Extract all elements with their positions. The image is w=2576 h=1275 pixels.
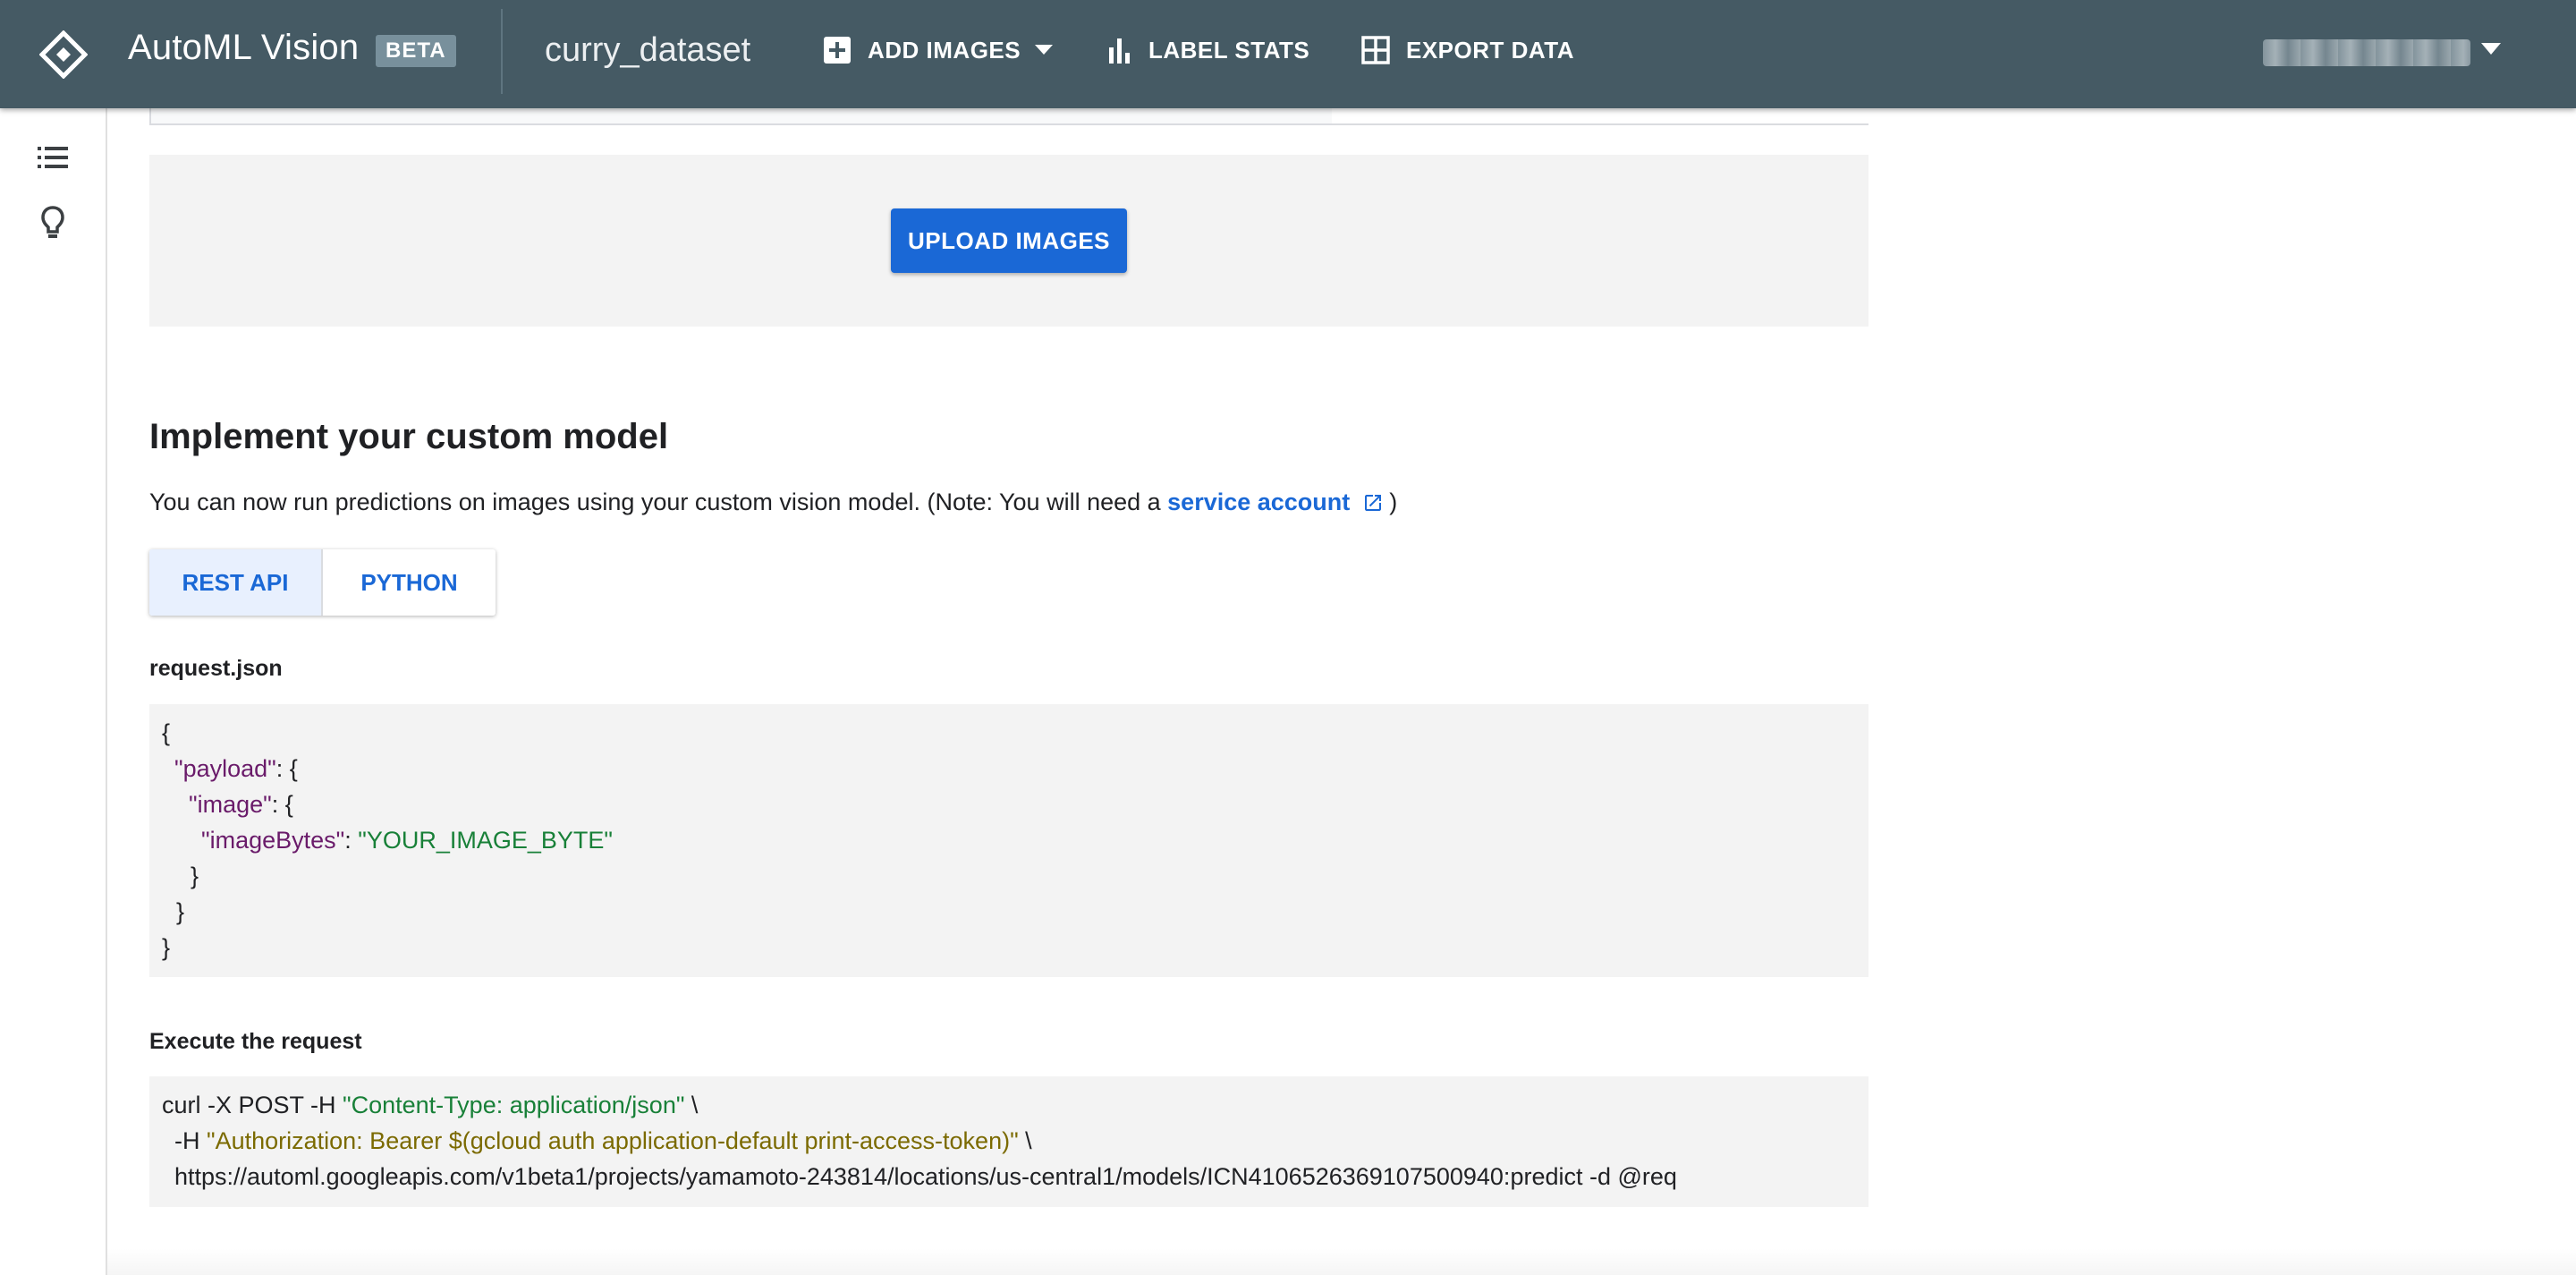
dataset-name: curry_dataset <box>545 31 751 69</box>
bar-chart-icon <box>1109 38 1130 64</box>
lightbulb-icon[interactable] <box>40 205 65 241</box>
open-in-new-icon[interactable] <box>1362 492 1384 514</box>
request-json-label: request.json <box>149 656 283 681</box>
code-line: curl -X POST -H "Content-Type: applicati… <box>162 1092 699 1118</box>
upload-images-button[interactable]: UPLOAD IMAGES <box>891 208 1127 273</box>
export-data-button[interactable]: EXPORT DATA <box>1361 27 1574 73</box>
code-line: "payload": { <box>174 755 298 782</box>
account-name-blurred[interactable] <box>2263 39 2470 66</box>
account-chevron-down-icon[interactable] <box>2481 43 2501 55</box>
code-line: { <box>162 719 171 746</box>
execute-request-code-block: curl -X POST -H "Content-Type: applicati… <box>149 1076 1868 1207</box>
api-tabs: REST API PYTHON <box>149 549 496 616</box>
automl-logo-icon[interactable] <box>39 30 88 79</box>
code-line: "imageBytes": "YOUR_IMAGE_BYTE" <box>201 827 613 854</box>
code-line: } <box>162 934 171 961</box>
code-line: } <box>176 898 185 925</box>
upload-panel: UPLOAD IMAGES <box>149 155 1868 327</box>
export-data-label: EXPORT DATA <box>1406 36 1574 64</box>
add-box-icon <box>824 37 851 64</box>
request-json-code-block: { "payload": { "image": { "imageBytes": … <box>149 704 1868 977</box>
description-text: You can now run predictions on images us… <box>149 489 1397 516</box>
top-app-bar: AutoML Vision BETA curry_dataset ADD IMA… <box>0 0 2576 108</box>
description-suffix: ) <box>1389 489 1398 515</box>
beta-badge: BETA <box>376 35 456 67</box>
add-images-label: ADD IMAGES <box>868 36 1021 64</box>
list-icon[interactable] <box>38 146 68 169</box>
code-line: https://automl.googleapis.com/v1beta1/pr… <box>174 1163 1677 1190</box>
grid-table-icon <box>1361 36 1390 64</box>
tab-rest-api[interactable]: REST API <box>149 549 323 616</box>
execute-request-label: Execute the request <box>149 1029 362 1054</box>
page-bottom-shadow <box>107 1248 2576 1275</box>
chevron-down-icon <box>1035 45 1054 55</box>
code-line: } <box>191 863 199 889</box>
header-divider <box>501 9 503 94</box>
app-title: AutoML Vision <box>128 28 360 67</box>
code-line: -H "Authorization: Bearer $(gcloud auth … <box>174 1127 1032 1154</box>
section-title: Implement your custom model <box>149 417 669 456</box>
left-rail <box>0 108 107 1275</box>
service-account-link[interactable]: service account <box>1167 489 1350 515</box>
tab-python[interactable]: PYTHON <box>323 549 496 616</box>
label-stats-button[interactable]: LABEL STATS <box>1107 27 1309 73</box>
code-line: "image": { <box>189 791 293 818</box>
label-stats-label: LABEL STATS <box>1148 36 1310 64</box>
description-prefix: You can now run predictions on images us… <box>149 489 1168 515</box>
add-images-button[interactable]: ADD IMAGES <box>823 27 1069 73</box>
